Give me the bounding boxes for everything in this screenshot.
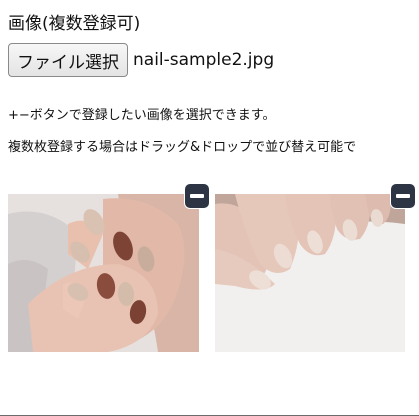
- image-thumbnail-1[interactable]: [8, 194, 199, 352]
- file-input-row: ファイル選択 nail-sample2.jpg: [8, 42, 274, 78]
- image-thumbnail-2[interactable]: [215, 194, 405, 352]
- minus-icon: [190, 194, 204, 198]
- remove-image-1-button[interactable]: [185, 184, 209, 208]
- selected-file-name: nail-sample2.jpg: [133, 50, 275, 70]
- nail-photo-1: [8, 194, 199, 352]
- remove-image-2-button[interactable]: [391, 184, 415, 208]
- hint-reorder-text: 複数枚登録する場合はドラッグ&ドロップで並び替え可能で: [8, 140, 357, 155]
- minus-icon: [396, 194, 410, 198]
- hint-select-text: +−ボタンで登録したい画像を選択できます。: [8, 108, 276, 123]
- image-field-label: 画像(複数登録可): [8, 14, 141, 34]
- choose-file-button[interactable]: ファイル選択: [8, 43, 128, 77]
- nail-photo-2: [215, 194, 405, 352]
